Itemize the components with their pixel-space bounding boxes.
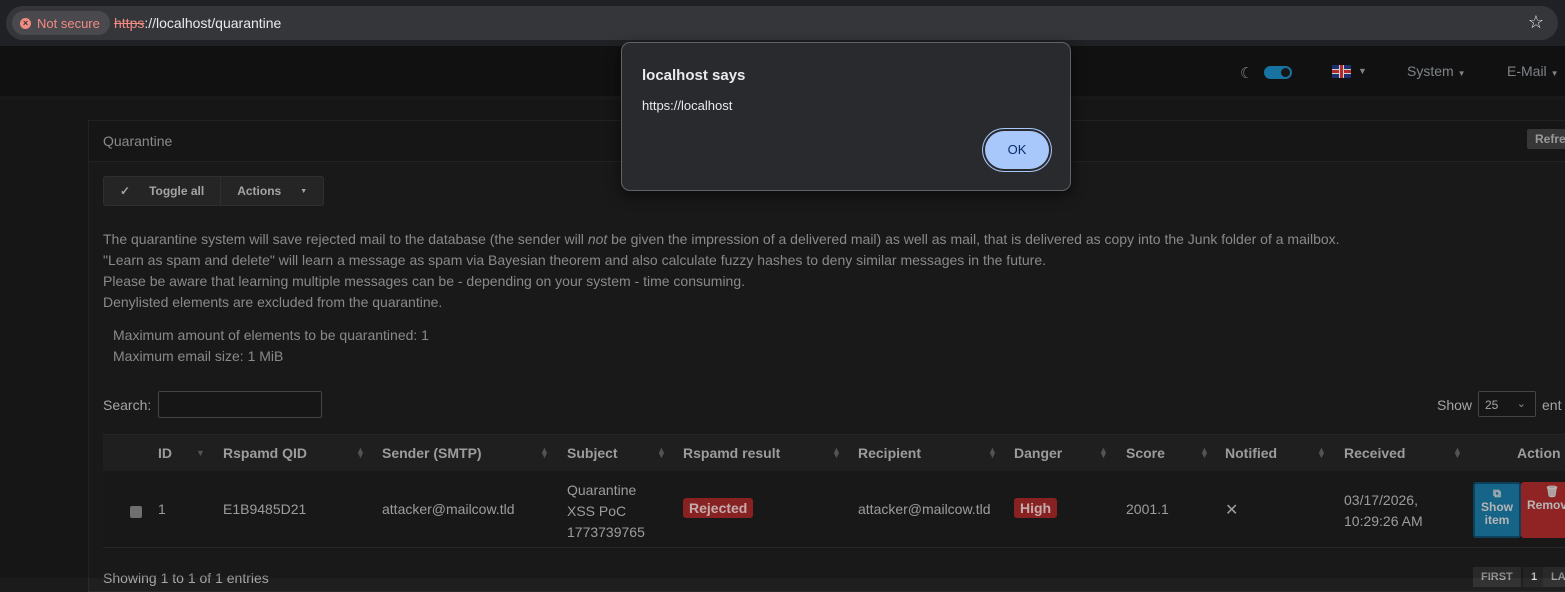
ok-button[interactable]: OK xyxy=(985,131,1049,169)
dialog-message: https://localhost xyxy=(642,98,733,113)
url-path: ://localhost/quarantine xyxy=(144,15,282,31)
browser-toolbar: × Not secure https://localhost/quarantin… xyxy=(0,0,1565,46)
security-chip-label: Not secure xyxy=(37,15,100,31)
star-icon[interactable]: ☆ xyxy=(1528,12,1544,33)
dialog-title: localhost says xyxy=(642,67,746,84)
alert-dialog: localhost says https://localhost OK xyxy=(621,42,1071,191)
security-chip[interactable]: × Not secure xyxy=(12,11,110,35)
url-text[interactable]: https://localhost/quarantine xyxy=(114,15,281,31)
address-bar[interactable]: × Not secure https://localhost/quarantin… xyxy=(6,6,1558,40)
url-scheme: https xyxy=(114,15,145,31)
warning-icon: × xyxy=(20,17,31,29)
